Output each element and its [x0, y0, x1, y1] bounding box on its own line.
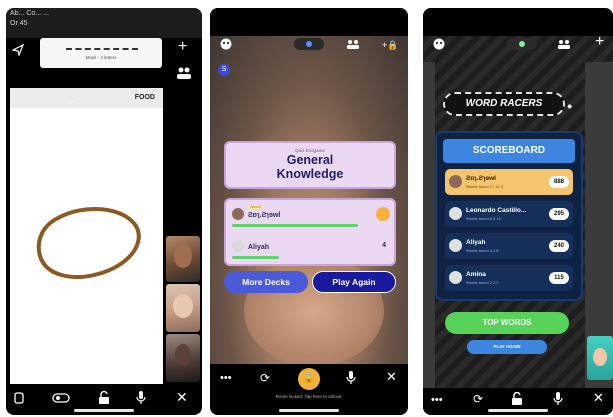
quiz-title-card: Quiz Endgame General Knowledge: [224, 141, 396, 189]
send-icon[interactable]: [11, 43, 25, 58]
player-score: 4: [382, 242, 386, 249]
side-panel: [423, 62, 435, 392]
avatar: [449, 207, 462, 220]
quiz-title-line1: General: [286, 153, 334, 167]
top-bar: [210, 8, 408, 36]
scoreboard-title: SCOREBOARD: [443, 139, 575, 163]
plus-icon[interactable]: +: [595, 34, 604, 50]
canvas-category: FOOD: [134, 94, 155, 101]
scoreboard: SCOREBOARD Ƨɒɿ.Ƨɿɘwl Words found 17 12 3…: [435, 131, 583, 301]
top-bar: [423, 8, 613, 36]
video-tile[interactable]: [166, 284, 200, 332]
coin-icon: [376, 207, 390, 221]
mic-icon[interactable]: [346, 371, 356, 386]
close-icon[interactable]: ✕: [593, 391, 604, 404]
scoreboard-row: Amina Words found 2 2 0 115: [445, 265, 573, 291]
word-racers-logo: WORD RACERS: [443, 92, 565, 116]
avatar: [232, 208, 244, 220]
phone-quiz-results: +🔒 S Quiz Endgame General Knowledge Winn…: [210, 8, 408, 415]
player-name: Amina: [466, 271, 486, 278]
screenshot-stage: Ab... Co... ... Or 45 Mask - 4 letters +…: [0, 0, 613, 417]
unlock-icon[interactable]: [511, 391, 523, 407]
more-icon[interactable]: •••: [431, 394, 443, 406]
user-badge[interactable]: S: [218, 64, 230, 76]
player-name: Ƨɒɿ.Ƨɿɘwl: [248, 212, 281, 219]
smiley-icon[interactable]: [433, 38, 445, 52]
score-bar: [232, 224, 358, 227]
drawing-canvas[interactable]: ... FOOD: [10, 88, 163, 384]
users-icon[interactable]: [346, 39, 360, 51]
phone-icon[interactable]: [14, 392, 24, 406]
settings-icon[interactable]: ●: [567, 100, 572, 112]
quiz-scores: Winner Ƨɒɿ.Ƨɿɘwl Aliyah 4: [224, 198, 396, 266]
avatar: [232, 240, 244, 252]
plus-icon[interactable]: +: [178, 39, 187, 55]
word-blanks: [66, 48, 138, 50]
flip-camera-icon[interactable]: ⟳: [260, 372, 270, 384]
video-tile[interactable]: [166, 334, 200, 382]
play-again-button[interactable]: PLAY AGAIN: [467, 340, 547, 354]
player-score: 115: [549, 272, 569, 284]
unlock-icon[interactable]: [98, 390, 110, 406]
close-icon[interactable]: ✕: [386, 370, 397, 383]
mic-icon[interactable]: [136, 391, 146, 406]
status-text-1: Ab... Co... ...: [10, 10, 49, 17]
status-text-2: Or 45: [10, 20, 28, 27]
player-stats: Words found 6 5 15: [466, 216, 501, 221]
scoreboard-row: Aliyah Words found 4 4 8 240: [445, 233, 573, 259]
scoreboard-row: Ƨɒɿ.Ƨɿɘwl Words found 17 12 3 888: [445, 169, 573, 195]
player-name: Aliyah: [248, 244, 270, 251]
phone-draw-game: Ab... Co... ... Or 45 Mask - 4 letters +…: [6, 8, 202, 415]
winner-badge: Winner: [248, 205, 264, 209]
camera-toggle[interactable]: [507, 38, 537, 50]
phone-word-racers: + WORD RACERS ● SCOREBOARD Ƨɒɿ.Ƨɿɘwl Wor…: [423, 8, 613, 415]
toggle-icon[interactable]: [52, 393, 70, 405]
score-row: Winner Ƨɒɿ.Ƨɿɘwl: [232, 205, 390, 229]
home-indicator: [488, 409, 548, 412]
mic-icon[interactable]: [553, 392, 563, 407]
more-decks-button[interactable]: More Decks: [224, 271, 308, 293]
player-stats: Words found 2 2 0: [466, 280, 499, 285]
users-icon[interactable]: [176, 66, 192, 82]
camera-toggle[interactable]: [294, 38, 324, 50]
close-icon[interactable]: ✕: [176, 390, 188, 404]
smiley-icon[interactable]: [220, 38, 232, 52]
home-indicator: [74, 409, 134, 412]
status-bar: Ab... Co... ... Or 45: [6, 8, 202, 38]
scoreboard-row: Leonardo Castillo... Words found 6 5 15 …: [445, 201, 573, 227]
score-bar: [232, 256, 279, 259]
score-row: Aliyah 4: [232, 239, 390, 261]
quiz-title-line2: Knowledge: [276, 167, 344, 181]
player-score: 295: [549, 208, 569, 220]
home-indicator: [279, 409, 339, 412]
player-name: Aliyah: [466, 239, 486, 246]
room-locked-notice[interactable]: Room locked. Tap here to unlock.: [210, 394, 408, 399]
player-name: Ƨɒɿ.Ƨɿɘwl: [466, 175, 496, 182]
word-hint: Mask - 4 letters: [85, 55, 117, 60]
flip-camera-icon[interactable]: ⟳: [473, 393, 483, 405]
top-words-button[interactable]: TOP WORDS: [445, 312, 569, 334]
player-score: 888: [549, 176, 569, 188]
avatar: [449, 239, 462, 252]
play-again-button[interactable]: Play Again: [312, 271, 396, 293]
video-tile[interactable]: [587, 336, 613, 380]
lock-button[interactable]: 🔒: [298, 368, 320, 390]
avatar: [449, 271, 462, 284]
canvas-header: ... FOOD: [10, 88, 163, 108]
word-hint-card: Mask - 4 letters: [40, 38, 162, 68]
add-lock-icon[interactable]: +🔒: [382, 39, 398, 51]
player-stats: Words found 17 12 3: [466, 184, 504, 189]
player-score: 240: [549, 240, 569, 252]
player-name: Leonardo Castillo...: [466, 207, 527, 214]
avatar: [449, 175, 462, 188]
player-stats: Words found 4 4 8: [466, 248, 499, 253]
video-tile[interactable]: [166, 236, 200, 282]
users-icon[interactable]: [557, 39, 571, 51]
canvas-center-text: ...: [70, 95, 74, 100]
more-icon[interactable]: •••: [220, 372, 232, 384]
drawing-stroke: [36, 207, 141, 279]
